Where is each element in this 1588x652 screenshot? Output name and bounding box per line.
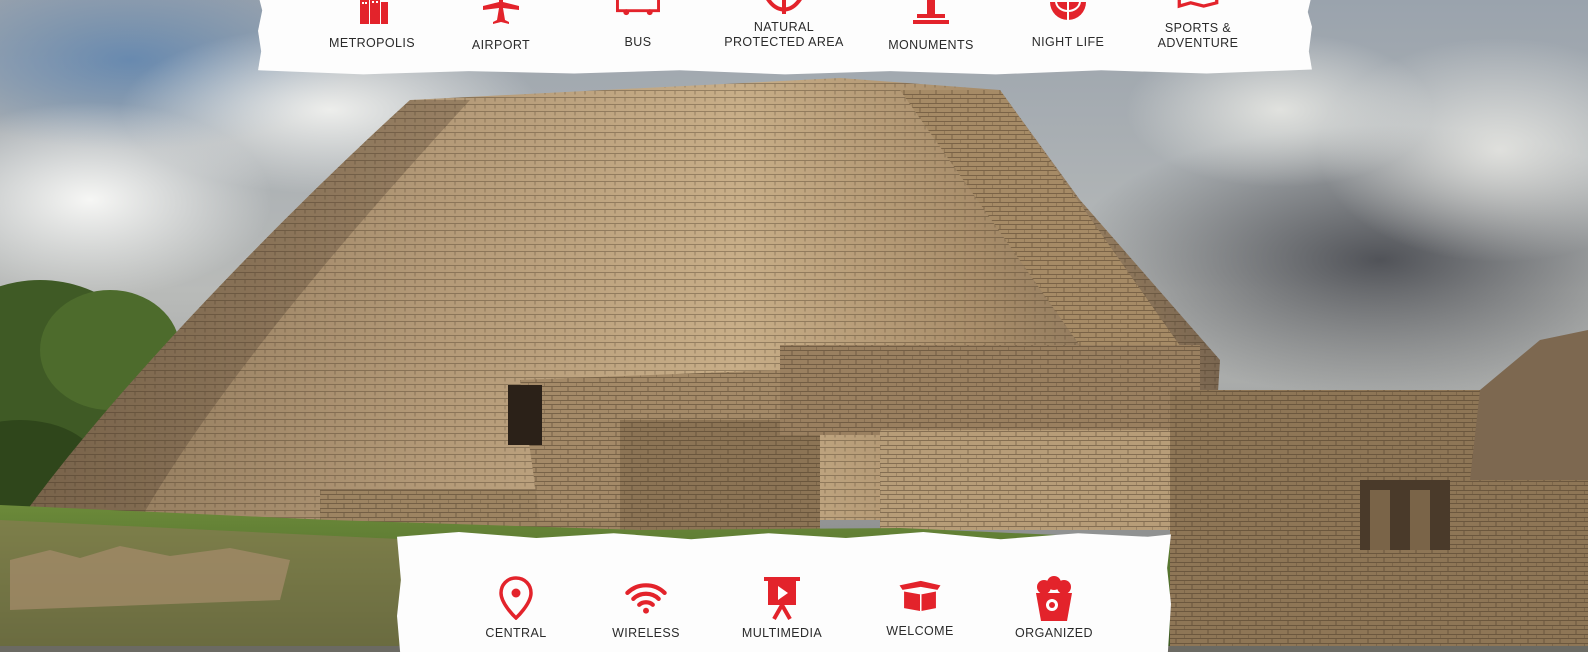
- popcorn-icon: [1032, 576, 1076, 621]
- category-label-line1: SPORTS &: [1164, 21, 1232, 35]
- projector-screen-icon: [760, 576, 804, 620]
- service-label: ORGANIZED: [1015, 626, 1093, 640]
- category-airport[interactable]: AIRPORT: [470, 0, 532, 53]
- monument-icon: [909, 0, 953, 32]
- service-label: WELCOME: [886, 624, 954, 638]
- service-label: MULTIMEDIA: [741, 626, 823, 640]
- category-night-life[interactable]: NIGHT LIFE: [1030, 0, 1106, 50]
- service-multimedia[interactable]: MULTIMEDIA: [738, 576, 826, 641]
- city-buildings-icon: [350, 0, 394, 30]
- category-label: METROPOLIS: [329, 36, 415, 50]
- category-sports-adventure[interactable]: SPORTS & ADVENTURE: [1150, 0, 1246, 51]
- service-label: WIRELESS: [612, 626, 680, 640]
- category-label: NIGHT LIFE: [1031, 35, 1105, 49]
- category-label-line2: ADVENTURE: [1157, 36, 1239, 50]
- gift-box-icon: [898, 574, 942, 618]
- service-central[interactable]: CENTRAL: [480, 576, 552, 641]
- category-label: BUS: [624, 35, 652, 49]
- airplane-icon: [479, 0, 523, 32]
- category-label: MONUMENTS: [888, 38, 974, 52]
- category-label-line1: NATURAL: [753, 20, 815, 34]
- category-label: AIRPORT: [471, 38, 531, 52]
- disco-ball-icon: [1046, 0, 1090, 29]
- leaf-icon: [762, 0, 806, 14]
- map-icon: [1176, 0, 1220, 15]
- service-organized[interactable]: ORGANIZED: [1014, 576, 1094, 641]
- category-label: NATURAL PROTECTED AREA: [724, 20, 844, 50]
- category-monuments[interactable]: MONUMENTS: [884, 0, 978, 53]
- category-bus[interactable]: BUS: [607, 0, 669, 50]
- category-label-line2: PROTECTED AREA: [724, 35, 844, 49]
- category-label: SPORTS & ADVENTURE: [1158, 21, 1239, 51]
- wifi-icon: [624, 576, 668, 620]
- location-pin-icon: [494, 576, 538, 620]
- service-welcome[interactable]: WELCOME: [882, 574, 958, 639]
- service-label: CENTRAL: [485, 626, 547, 640]
- bus-icon: [616, 0, 660, 29]
- category-natural-protected-area[interactable]: NATURAL PROTECTED AREA: [722, 0, 846, 50]
- category-metropolis[interactable]: METROPOLIS: [329, 0, 415, 51]
- service-wireless[interactable]: WIRELESS: [610, 576, 682, 641]
